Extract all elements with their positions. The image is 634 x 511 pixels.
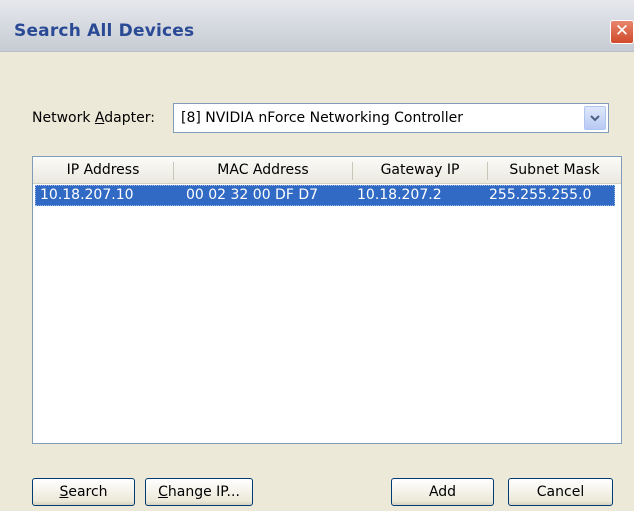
change-ip-accel: C [158, 484, 168, 500]
add-button[interactable]: Add [391, 478, 494, 506]
column-header-gateway[interactable]: Gateway IP [353, 157, 487, 184]
cell-gateway: 10.18.207.2 [357, 187, 442, 203]
network-adapter-value: [8] NVIDIA nForce Networking Controller [181, 110, 464, 126]
search-button[interactable]: Search [32, 478, 135, 506]
column-header-ip[interactable]: IP Address [33, 157, 173, 184]
cancel-button[interactable]: Cancel [508, 478, 613, 506]
adapter-label-pre: Network [32, 110, 95, 126]
search-all-devices-dialog: Search All Devices ✕ Network Adapter: [8… [0, 0, 634, 511]
search-label: earch [68, 484, 108, 500]
close-icon: ✕ [614, 21, 630, 41]
list-header: IP Address MAC Address Gateway IP Subnet… [33, 157, 621, 184]
table-row[interactable]: 10.18.207.10 00 02 32 00 DF D7 10.18.207… [35, 185, 615, 206]
column-header-subnet[interactable]: Subnet Mask [488, 157, 621, 184]
chevron-down-icon [590, 115, 600, 122]
search-accel: S [59, 484, 69, 500]
close-button[interactable]: ✕ [610, 20, 634, 44]
cell-mac: 00 02 32 00 DF D7 [186, 187, 319, 203]
dropdown-button[interactable] [584, 106, 606, 130]
title-bar[interactable]: Search All Devices ✕ [0, 0, 634, 52]
network-adapter-label: Network Adapter: [32, 110, 155, 126]
cell-ip: 10.18.207.10 [40, 187, 134, 203]
window-title: Search All Devices [14, 21, 195, 41]
cell-subnet: 255.255.255.0 [489, 187, 592, 203]
column-header-mac[interactable]: MAC Address [174, 157, 352, 184]
devices-list[interactable]: IP Address MAC Address Gateway IP Subnet… [32, 156, 622, 444]
change-ip-label: hange IP... [167, 484, 240, 500]
adapter-label-post: dapter: [104, 110, 155, 126]
change-ip-button[interactable]: Change IP... [145, 478, 253, 506]
network-adapter-select[interactable]: [8] NVIDIA nForce Networking Controller [173, 103, 609, 133]
adapter-label-accel: A [94, 110, 105, 126]
